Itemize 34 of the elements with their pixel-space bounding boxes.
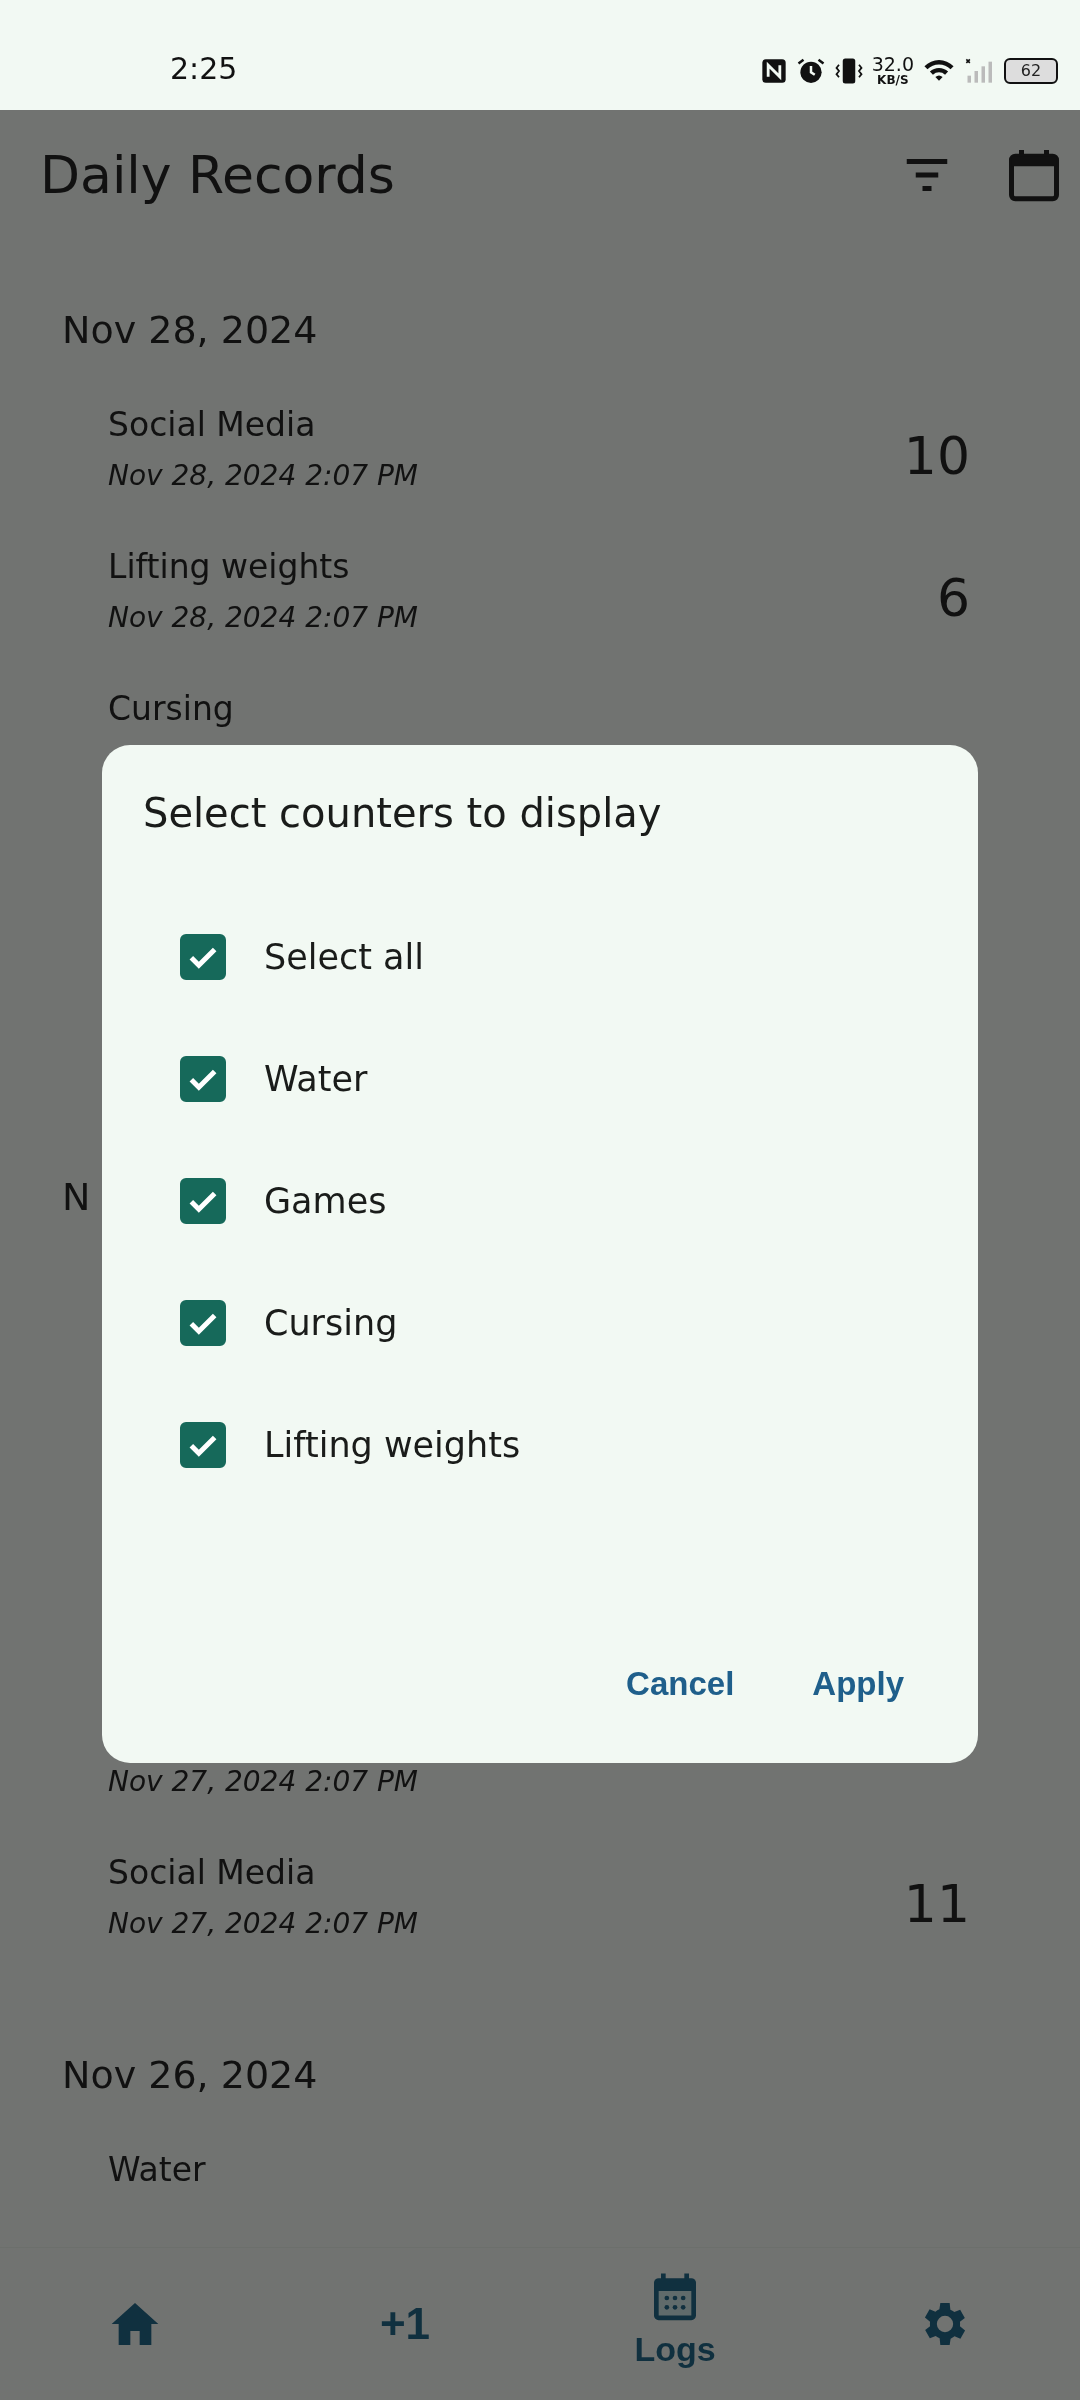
page-title: Daily Records: [40, 145, 396, 205]
counter-name: Social Media: [108, 405, 316, 446]
option-label: Games: [264, 1181, 387, 1221]
counter-value: 6: [936, 568, 970, 628]
counter-value: 11: [903, 1874, 970, 1934]
counter-name: Water: [108, 2150, 206, 2191]
timestamp: Nov 27, 2024 2:07 PM: [108, 1765, 418, 1798]
network-speed: 32.0: [871, 55, 914, 74]
battery-indicator: 62: [1004, 57, 1058, 84]
option-label: Lifting weights: [264, 1425, 521, 1465]
timestamp: Nov 28, 2024 2:07 PM: [108, 601, 418, 634]
option-label: Cursing: [264, 1303, 398, 1343]
date-header: Nov 26, 2024: [61, 2052, 318, 2099]
checkbox[interactable]: [180, 1056, 226, 1102]
option-label: Select all: [264, 937, 424, 977]
counter-name: Social Media: [108, 1853, 316, 1894]
option-label: Water: [264, 1059, 368, 1099]
date-header: Nov 28, 2024: [61, 307, 318, 354]
speed-unit: KB/S: [877, 74, 909, 86]
checkbox[interactable]: [180, 1300, 226, 1346]
timestamp: Nov 27, 2024 2:07 PM: [108, 1907, 418, 1940]
nfc-icon: [759, 56, 788, 85]
checkbox[interactable]: [180, 1178, 226, 1224]
checkbox[interactable]: [180, 1422, 226, 1468]
counter-value: 10: [903, 426, 970, 486]
date-header: N: [61, 1174, 91, 1221]
timestamp: Nov 28, 2024 2:07 PM: [108, 459, 418, 492]
dialog-title: Select counters to display: [143, 790, 662, 836]
counter-name: Cursing: [108, 689, 234, 730]
counter-name: Lifting weights: [108, 547, 350, 588]
clock-time: 2:25: [170, 51, 238, 86]
checkbox[interactable]: [180, 934, 226, 980]
dialog-button[interactable]: Apply: [788, 1645, 928, 1723]
dialog-button[interactable]: Cancel: [602, 1645, 759, 1723]
